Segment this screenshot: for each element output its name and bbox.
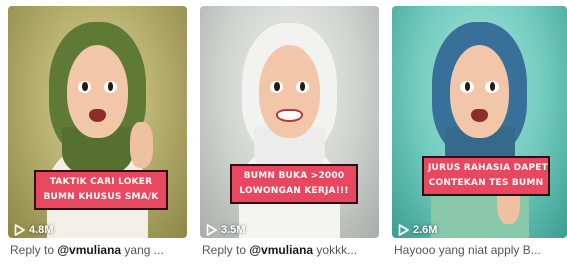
play-icon [206,224,217,236]
mouth [276,108,303,123]
caption-badge: BUMN BUKA >2000 LOWONGAN KERJA!!! [230,164,358,204]
video-card[interactable]: BUMN BUKA >2000 LOWONGAN KERJA!!! 3.5M R… [200,0,379,267]
view-count-label: 2.6M [413,224,438,236]
video-description[interactable]: Hayooo yang niat apply B... [394,243,567,257]
eye [270,80,284,93]
video-thumbnail[interactable]: JURUS RAHASIA DAPET CONTEKAN TES BUMN 2.… [392,6,567,238]
caption-line: CONTEKAN TES BUMN [428,178,544,188]
mouth [471,108,488,123]
mention-link[interactable]: @vmuliana [57,243,121,257]
reply-suffix: yokkk... [313,243,358,257]
caption-badge: TAKTIK CARI LOKER BUMN KHUSUS SMA/K [34,170,168,210]
view-count-label: 3.5M [221,224,246,236]
person-face [449,45,510,139]
view-count-label: 4.8M [29,224,54,236]
video-card[interactable]: TAKTIK CARI LOKER BUMN KHUSUS SMA/K 4.8M… [8,0,187,267]
caption-line: BUMN BUKA >2000 [243,171,345,181]
person-face [259,45,320,139]
view-count: 4.8M [14,224,53,236]
reply-prefix: Hayooo yang niat apply B... [394,243,541,257]
person-face [67,45,128,139]
mention-link[interactable]: @vmuliana [249,243,313,257]
person-hand [129,122,153,169]
video-card[interactable]: JURUS RAHASIA DAPET CONTEKAN TES BUMN 2.… [392,0,567,267]
eye [485,80,499,93]
mouth [88,108,106,123]
video-description[interactable]: Reply to @vmuliana yang ... [10,243,189,257]
reply-prefix: Reply to [202,243,250,257]
play-icon [398,224,409,236]
caption-line: TAKTIK CARI LOKER [49,177,153,187]
video-grid: TAKTIK CARI LOKER BUMN KHUSUS SMA/K 4.8M… [0,0,567,267]
caption-line: JURUS RAHASIA DAPET [428,163,548,173]
reply-prefix: Reply to [10,243,58,257]
video-description[interactable]: Reply to @vmuliana yokkk... [202,243,381,257]
caption-line: LOWONGAN KERJA!!! [239,186,349,196]
reply-suffix: yang ... [121,243,164,257]
view-count: 3.5M [206,224,245,236]
eye [103,80,117,93]
caption-badge: JURUS RAHASIA DAPET CONTEKAN TES BUMN [422,156,550,196]
eye [295,80,309,93]
caption-line: BUMN KHUSUS SMA/K [43,192,159,202]
video-thumbnail[interactable]: BUMN BUKA >2000 LOWONGAN KERJA!!! 3.5M [200,6,379,238]
play-icon [14,224,25,236]
view-count: 2.6M [398,224,437,236]
video-thumbnail[interactable]: TAKTIK CARI LOKER BUMN KHUSUS SMA/K 4.8M [8,6,187,238]
eye [78,80,92,93]
eye [460,80,474,93]
